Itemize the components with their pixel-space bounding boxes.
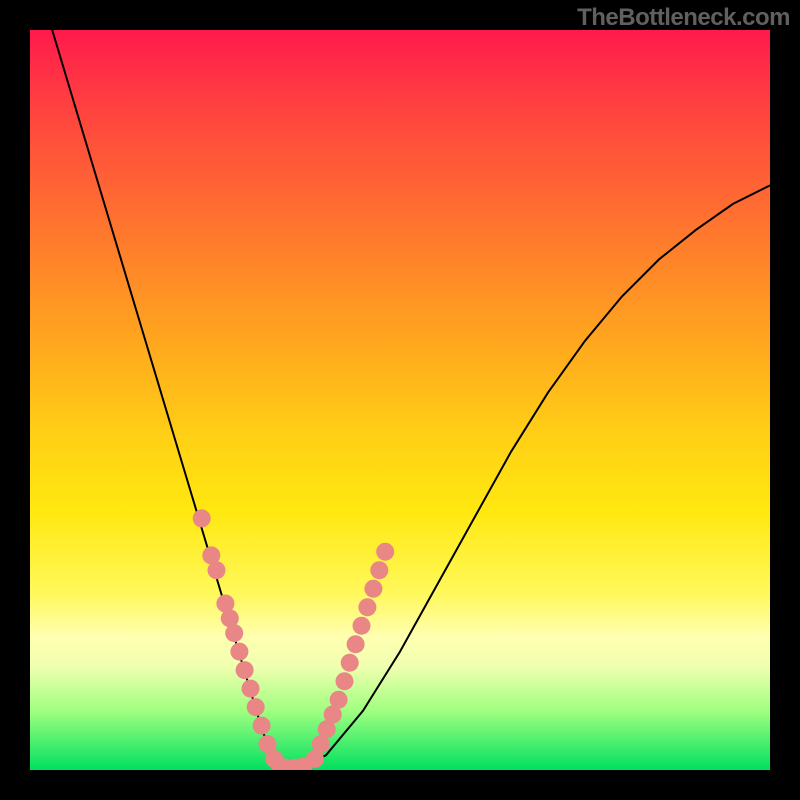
curve-marker bbox=[242, 680, 260, 698]
bottleneck-curve bbox=[52, 30, 770, 770]
curve-marker bbox=[247, 698, 265, 716]
curve-marker bbox=[236, 661, 254, 679]
chart-frame: TheBottleneck.com bbox=[0, 0, 800, 800]
watermark-text: TheBottleneck.com bbox=[577, 4, 790, 32]
plot-svg bbox=[30, 30, 770, 770]
plot-area bbox=[30, 30, 770, 770]
curve-marker bbox=[230, 643, 248, 661]
curve-marker bbox=[208, 561, 226, 579]
curve-marker bbox=[347, 635, 365, 653]
curve-marker bbox=[330, 691, 348, 709]
curve-marker bbox=[358, 598, 376, 616]
curve-marker bbox=[336, 672, 354, 690]
curve-marker bbox=[193, 509, 211, 527]
curve-marker bbox=[225, 624, 243, 642]
curve-marker bbox=[341, 654, 359, 672]
curve-marker bbox=[376, 543, 394, 561]
curve-marker bbox=[253, 717, 271, 735]
curve-marker bbox=[364, 580, 382, 598]
curve-markers bbox=[193, 509, 395, 770]
curve-marker bbox=[370, 561, 388, 579]
curve-marker bbox=[353, 617, 371, 635]
